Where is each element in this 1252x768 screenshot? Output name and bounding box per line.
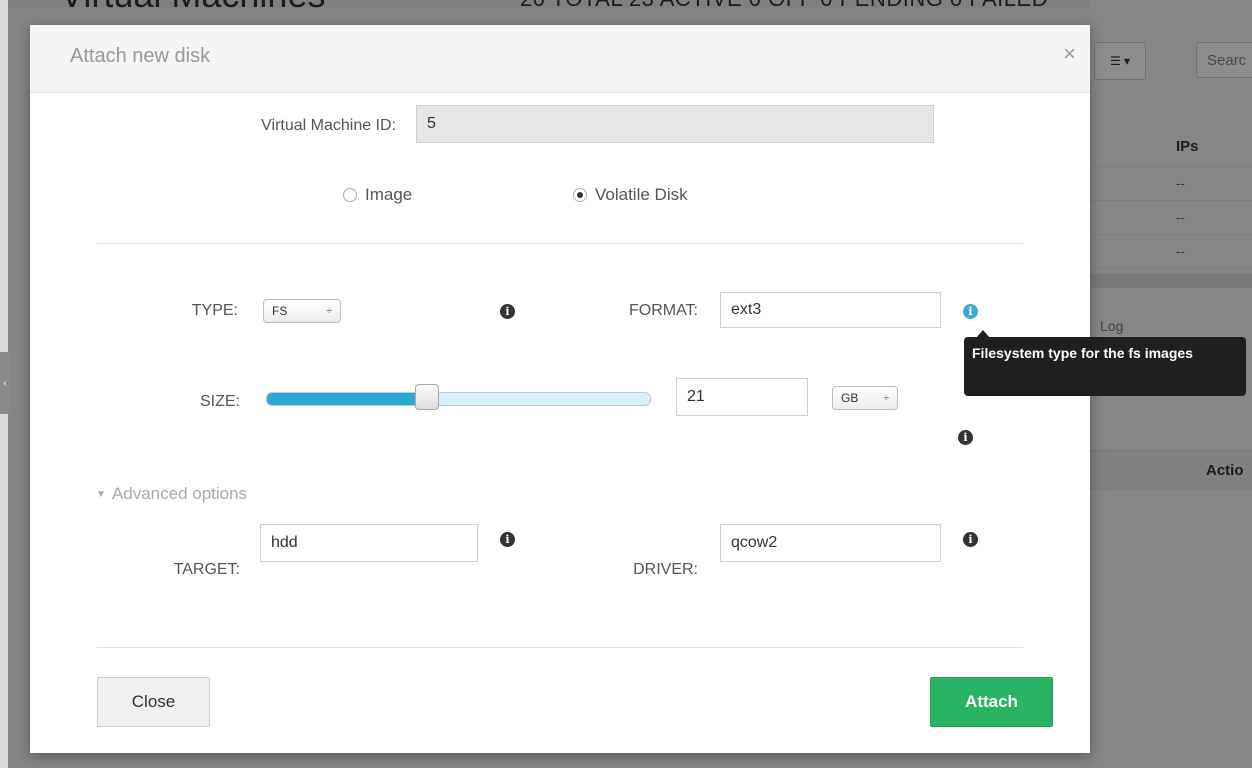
advanced-options-toggle[interactable]: ▼ Advanced options: [96, 484, 247, 504]
vm-id-label: Virtual Machine ID:: [261, 117, 396, 134]
target-input[interactable]: hdd: [260, 524, 478, 562]
format-tooltip: Filesystem type for the fs images: [964, 337, 1246, 396]
attach-disk-modal: Attach new disk × Virtual Machine ID: 5 …: [30, 25, 1090, 753]
select-arrows-icon: ÷: [883, 392, 890, 404]
type-select-value: FS: [272, 304, 288, 318]
type-label: TYPE:: [191, 302, 238, 319]
select-arrows-icon: ÷: [326, 305, 333, 317]
divider-top: [97, 243, 1023, 244]
format-label: FORMAT:: [628, 302, 698, 319]
type-select[interactable]: FS ÷: [263, 299, 341, 323]
radio-volatile-label: Volatile Disk: [595, 185, 688, 204]
driver-input[interactable]: qcow2: [720, 524, 941, 562]
target-label: TARGET:: [173, 561, 240, 578]
modal-title: Attach new disk: [70, 45, 211, 67]
size-slider-track[interactable]: [266, 392, 651, 406]
info-icon[interactable]: i: [500, 532, 515, 547]
driver-label: DRIVER:: [633, 561, 698, 578]
close-icon[interactable]: ×: [1063, 41, 1076, 67]
radio-image-label: Image: [365, 185, 413, 204]
chevron-left-icon[interactable]: ‹: [0, 352, 10, 414]
format-input[interactable]: ext3: [720, 292, 941, 328]
radio-volatile-disk[interactable]: Volatile Disk: [573, 185, 688, 205]
size-slider-handle[interactable]: [415, 384, 439, 410]
radio-image[interactable]: Image: [343, 185, 412, 205]
modal-header: Attach new disk ×: [30, 25, 1090, 93]
info-icon[interactable]: i: [500, 304, 515, 319]
advanced-options-label: Advanced options: [111, 484, 248, 503]
divider-bottom: [97, 647, 1023, 648]
info-icon-active[interactable]: i: [963, 304, 978, 319]
info-icon[interactable]: i: [958, 430, 973, 445]
size-unit-select[interactable]: GB ÷: [832, 386, 898, 410]
caret-down-icon: ▼: [96, 488, 106, 500]
close-button[interactable]: Close: [97, 677, 210, 727]
size-unit-value: GB: [841, 391, 859, 405]
radio-volatile-dot[interactable]: [573, 188, 587, 202]
attach-button[interactable]: Attach: [930, 677, 1053, 727]
size-input[interactable]: 21: [676, 378, 808, 416]
radio-image-dot[interactable]: [343, 188, 357, 202]
size-label: SIZE:: [199, 393, 240, 410]
vm-id-field[interactable]: 5: [416, 105, 934, 143]
size-slider-fill: [267, 393, 428, 405]
info-icon[interactable]: i: [963, 532, 978, 547]
